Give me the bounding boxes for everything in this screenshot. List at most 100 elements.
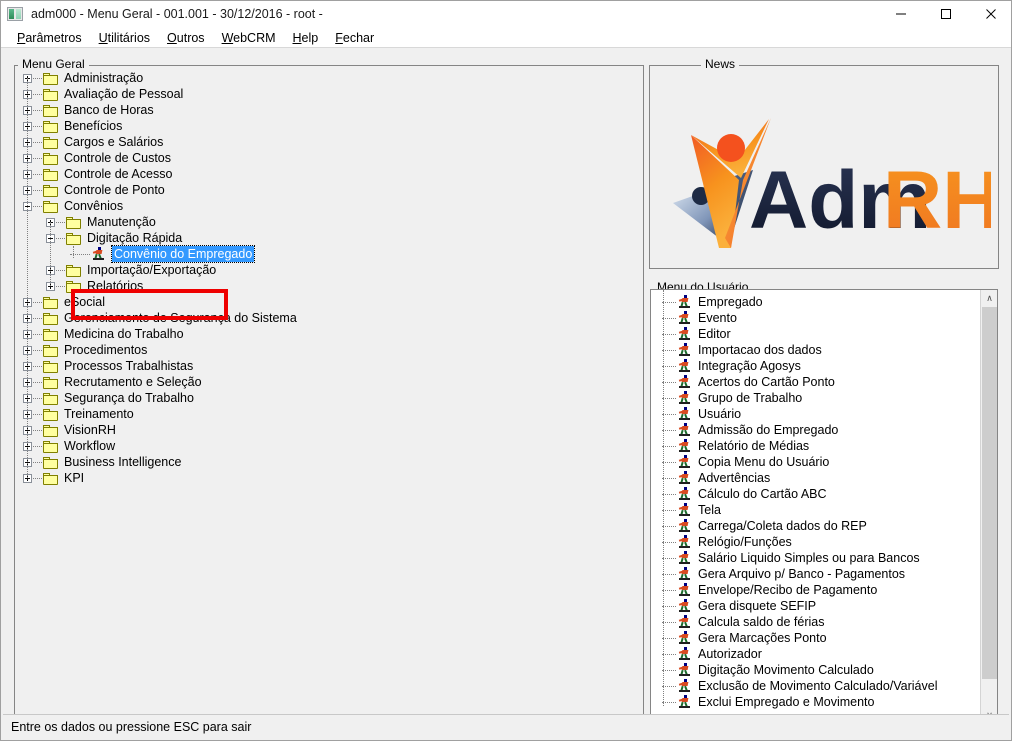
tree-node[interactable]: Digitação Rápida [46, 230, 182, 246]
minimize-button[interactable] [878, 1, 923, 27]
tree-connector [56, 285, 65, 287]
menu-item-utilit-rios[interactable]: Utilitários [91, 30, 159, 46]
tree-connector [56, 221, 65, 223]
user-menu-item[interactable]: Salário Liquido Simples ou para Bancos [661, 550, 920, 566]
tree-node[interactable]: Importação/Exportação [46, 262, 216, 278]
user-menu-item[interactable]: Envelope/Recibo de Pagamento [661, 582, 877, 598]
tree-node[interactable]: Gerenciamento de Segurança do Sistema [23, 310, 297, 326]
title-bar: adm000 - Menu Geral - 001.001 - 30/12/20… [1, 1, 1011, 27]
list-connector [662, 605, 676, 607]
tree-node-label: Controle de Custos [64, 151, 172, 165]
user-menu-item[interactable]: Digitação Movimento Calculado [661, 662, 874, 678]
maximize-button[interactable] [923, 1, 968, 27]
menu-item-webcrm[interactable]: WebCRM [214, 30, 285, 46]
user-menu-item[interactable]: Integração Agosys [661, 358, 801, 374]
user-menu-item[interactable]: Empregado [661, 294, 763, 310]
user-menu-item-label: Gera Arquivo p/ Banco - Pagamentos [698, 567, 906, 581]
tree-node[interactable]: Recrutamento e Seleção [23, 374, 202, 390]
scroll-up-icon[interactable]: ∧ [981, 290, 997, 307]
tree-node[interactable]: Controle de Acesso [23, 166, 172, 182]
tree-node-label: Controle de Ponto [64, 183, 165, 197]
tree-node[interactable]: VisionRH [23, 422, 116, 438]
user-menu-item-label: Calcula saldo de férias [698, 615, 825, 629]
tree-node[interactable]: Benefícios [23, 118, 122, 134]
tree-node[interactable]: Procedimentos [23, 342, 147, 358]
user-menu-item-label: Integração Agosys [698, 359, 801, 373]
tree-connector [33, 189, 42, 191]
user-menu-item[interactable]: Usuário [661, 406, 741, 422]
tree-node-label: Procedimentos [64, 343, 148, 357]
tree-node[interactable]: KPI [23, 470, 84, 486]
user-menu-item-label: Exclusão de Movimento Calculado/Variável [698, 679, 938, 693]
tree-connector [33, 301, 42, 303]
close-button[interactable] [968, 1, 1011, 27]
tree-node[interactable]: Controle de Ponto [23, 182, 165, 198]
user-menu-item[interactable]: Exclui Empregado e Movimento [661, 694, 874, 710]
person-icon [677, 695, 693, 709]
menu-usuario-list[interactable]: Empregado Evento Editor Importacao dos dado… [650, 289, 998, 725]
tree-node[interactable]: Administração [23, 70, 143, 86]
tree-node[interactable]: Medicina do Trabalho [23, 326, 184, 342]
tree-node[interactable]: Business Intelligence [23, 454, 181, 470]
user-menu-item[interactable]: Gera disquete SEFIP [661, 598, 816, 614]
user-menu-item[interactable]: Advertências [661, 470, 770, 486]
user-menu-item[interactable]: Cálculo do Cartão ABC [661, 486, 827, 502]
tree-node-label: Medicina do Trabalho [64, 327, 184, 341]
tree-node[interactable]: Relatórios [46, 278, 143, 294]
tree-node-label: eSocial [64, 295, 105, 309]
tree-node-label: Workflow [64, 439, 116, 453]
user-menu-item[interactable]: Admissão do Empregado [661, 422, 838, 438]
user-menu-item[interactable]: Tela [661, 502, 721, 518]
tree-connector [33, 349, 42, 351]
tree-node[interactable]: Cargos e Salários [23, 134, 163, 150]
tree-node[interactable]: Convênios [23, 198, 123, 214]
user-menu-item[interactable]: Relógio/Funções [661, 534, 792, 550]
user-menu-item[interactable]: Gera Arquivo p/ Banco - Pagamentos [661, 566, 905, 582]
menu-item-fechar[interactable]: Fechar [327, 30, 383, 46]
user-menu-item[interactable]: Acertos do Cartão Ponto [661, 374, 835, 390]
tree-node[interactable]: eSocial [23, 294, 105, 310]
user-menu-item[interactable]: Evento [661, 310, 737, 326]
tree-node-label: Manutenção [87, 215, 156, 229]
tree-node[interactable]: Treinamento [23, 406, 134, 422]
list-connector [662, 333, 676, 335]
tree-node-label: Segurança do Trabalho [64, 391, 194, 405]
folder-icon [43, 456, 59, 469]
tree-node[interactable]: Avaliação de Pessoal [23, 86, 183, 102]
user-menu-item[interactable]: Editor [661, 326, 731, 342]
scrollbar-thumb[interactable] [982, 307, 997, 679]
tree-node[interactable]: Workflow [23, 438, 115, 454]
user-menu-item[interactable]: Grupo de Trabalho [661, 390, 802, 406]
tree-node[interactable]: Processos Trabalhistas [23, 358, 193, 374]
tree-node[interactable]: Segurança do Trabalho [23, 390, 194, 406]
tree-node[interactable]: Banco de Horas [23, 102, 154, 118]
user-menu-item[interactable]: Copia Menu do Usuário [661, 454, 829, 470]
menu-geral-tree[interactable]: Administração Avaliação de Pessoal Banco d… [15, 65, 643, 724]
menu-item-par-metros[interactable]: Parâmetros [9, 30, 91, 46]
menu-item-outros[interactable]: Outros [159, 30, 214, 46]
tree-node[interactable]: Convênio do Empregado [69, 245, 256, 263]
user-menu-item-label: Grupo de Trabalho [698, 391, 803, 405]
user-menu-item[interactable]: Carrega/Coleta dados do REP [661, 518, 867, 534]
list-scrollbar[interactable]: ∧ ∨ [980, 290, 997, 724]
user-menu-item[interactable]: Calcula saldo de férias [661, 614, 824, 630]
folder-icon [43, 392, 59, 405]
list-connector [662, 573, 676, 575]
user-menu-item-label: Digitação Movimento Calculado [698, 663, 874, 677]
folder-icon [43, 120, 59, 133]
person-icon [677, 375, 693, 389]
user-menu-item[interactable]: Gera Marcações Ponto [661, 630, 827, 646]
tree-connector [33, 141, 42, 143]
folder-icon [43, 152, 59, 165]
menu-item-help[interactable]: Help [285, 30, 328, 46]
user-menu-item[interactable]: Exclusão de Movimento Calculado/Variável [661, 678, 937, 694]
status-message: Entre os dados ou pressione ESC para sai… [11, 719, 252, 734]
user-menu-item-label: Relógio/Funções [698, 535, 792, 549]
tree-node[interactable]: Manutenção [46, 214, 156, 230]
tree-node[interactable]: Controle de Custos [23, 150, 171, 166]
user-menu-item[interactable]: Autorizador [661, 646, 762, 662]
list-connector [662, 413, 676, 415]
user-menu-item[interactable]: Relatório de Médias [661, 438, 809, 454]
list-connector [662, 301, 676, 303]
user-menu-item[interactable]: Importacao dos dados [661, 342, 822, 358]
